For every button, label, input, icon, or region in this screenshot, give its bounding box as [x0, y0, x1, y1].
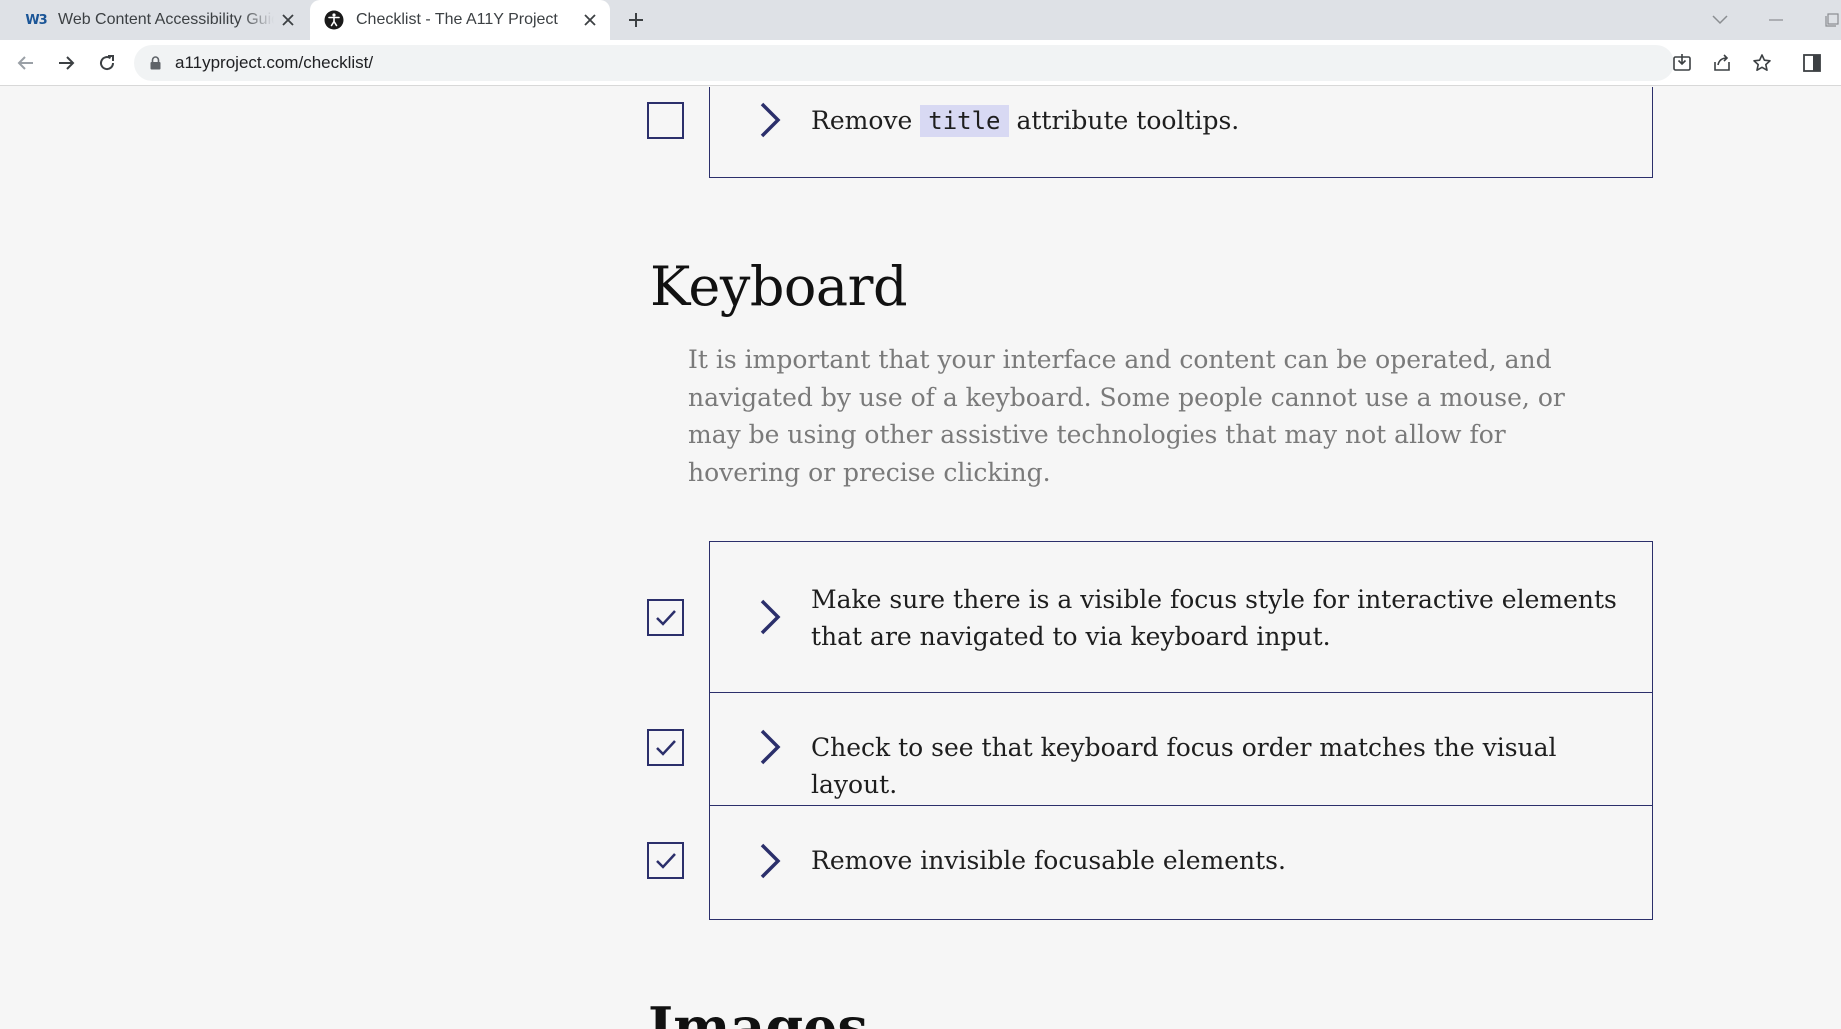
tab-strip: W3 Web Content Accessibility Guidelines … [0, 0, 1841, 40]
section-heading-images: Images [648, 995, 868, 1029]
address-bar[interactable]: a11yproject.com/checklist/ [134, 45, 1674, 81]
checkmark-icon [655, 852, 676, 869]
item-text-after: attribute tooltips. [1016, 106, 1240, 135]
lock-icon[interactable] [150, 56, 161, 70]
chevron-right-icon[interactable] [754, 728, 784, 766]
checkmark-icon [655, 609, 676, 626]
item-checkbox-checked[interactable] [647, 842, 684, 879]
chevron-right-icon[interactable] [754, 842, 784, 880]
checklist-item-text: Check to see that keyboard focus order m… [811, 733, 1557, 799]
url-text: a11yproject.com/checklist/ [175, 53, 374, 72]
section-heading-keyboard: Keyboard [650, 255, 908, 318]
tab-checklist[interactable]: Checklist - The A11Y Project [310, 0, 610, 40]
item-text-before: Remove [811, 106, 913, 135]
checklist-item-title-tooltips[interactable]: Remove title attribute tooltips. [647, 87, 1653, 178]
checklist-item-text: Make sure there is a visible focus style… [811, 585, 1617, 651]
chevron-right-icon[interactable] [754, 101, 784, 139]
checklist-item-text: Remove title attribute tooltips. [811, 102, 1622, 140]
share-icon[interactable] [1708, 49, 1736, 77]
tab-wcag[interactable]: W3 Web Content Accessibility Guidelines … [12, 0, 308, 40]
bookmark-star-icon[interactable] [1748, 49, 1776, 77]
page-content: Remove title attribute tooltips. Keyboar… [0, 87, 1841, 1029]
new-tab-plus-icon[interactable] [622, 6, 650, 34]
chevron-right-icon[interactable] [754, 598, 784, 636]
forward-arrow-icon[interactable] [52, 49, 80, 77]
close-tab-icon[interactable] [576, 6, 604, 34]
checkmark-icon [655, 739, 676, 756]
browser-toolbar: a11yproject.com/checklist/ [0, 40, 1841, 86]
tab-search-chevron-icon[interactable] [1706, 6, 1734, 34]
install-app-icon[interactable] [1668, 49, 1696, 77]
reload-icon[interactable] [93, 49, 121, 77]
minimize-window-icon[interactable] [1762, 6, 1790, 34]
item-checkbox-unchecked[interactable] [647, 102, 684, 139]
close-tab-icon[interactable] [274, 6, 302, 34]
checklist-item[interactable]: Check to see that keyboard focus order m… [647, 692, 1653, 806]
tab-title: Web Content Accessibility Guidelines (WC… [58, 11, 274, 28]
w3c-favicon-icon: W3 [25, 10, 47, 30]
checklist-item-text: Remove invisible focusable elements. [811, 846, 1286, 875]
tab-title: Checklist - The A11Y Project [356, 11, 558, 28]
w3c-logo-text: W3 [25, 12, 47, 28]
a11y-project-favicon-icon [324, 10, 344, 30]
checklist-item[interactable]: Remove invisible focusable elements. [647, 805, 1653, 920]
item-checkbox-checked[interactable] [647, 599, 684, 636]
side-panel-icon[interactable] [1798, 49, 1826, 77]
inline-code-title: title [920, 105, 1009, 137]
section-description: It is important that your interface and … [688, 345, 1565, 487]
back-arrow-icon[interactable] [12, 49, 40, 77]
restore-window-icon[interactable] [1818, 6, 1841, 34]
item-checkbox-checked[interactable] [647, 729, 684, 766]
checklist-item[interactable]: Make sure there is a visible focus style… [647, 541, 1653, 693]
